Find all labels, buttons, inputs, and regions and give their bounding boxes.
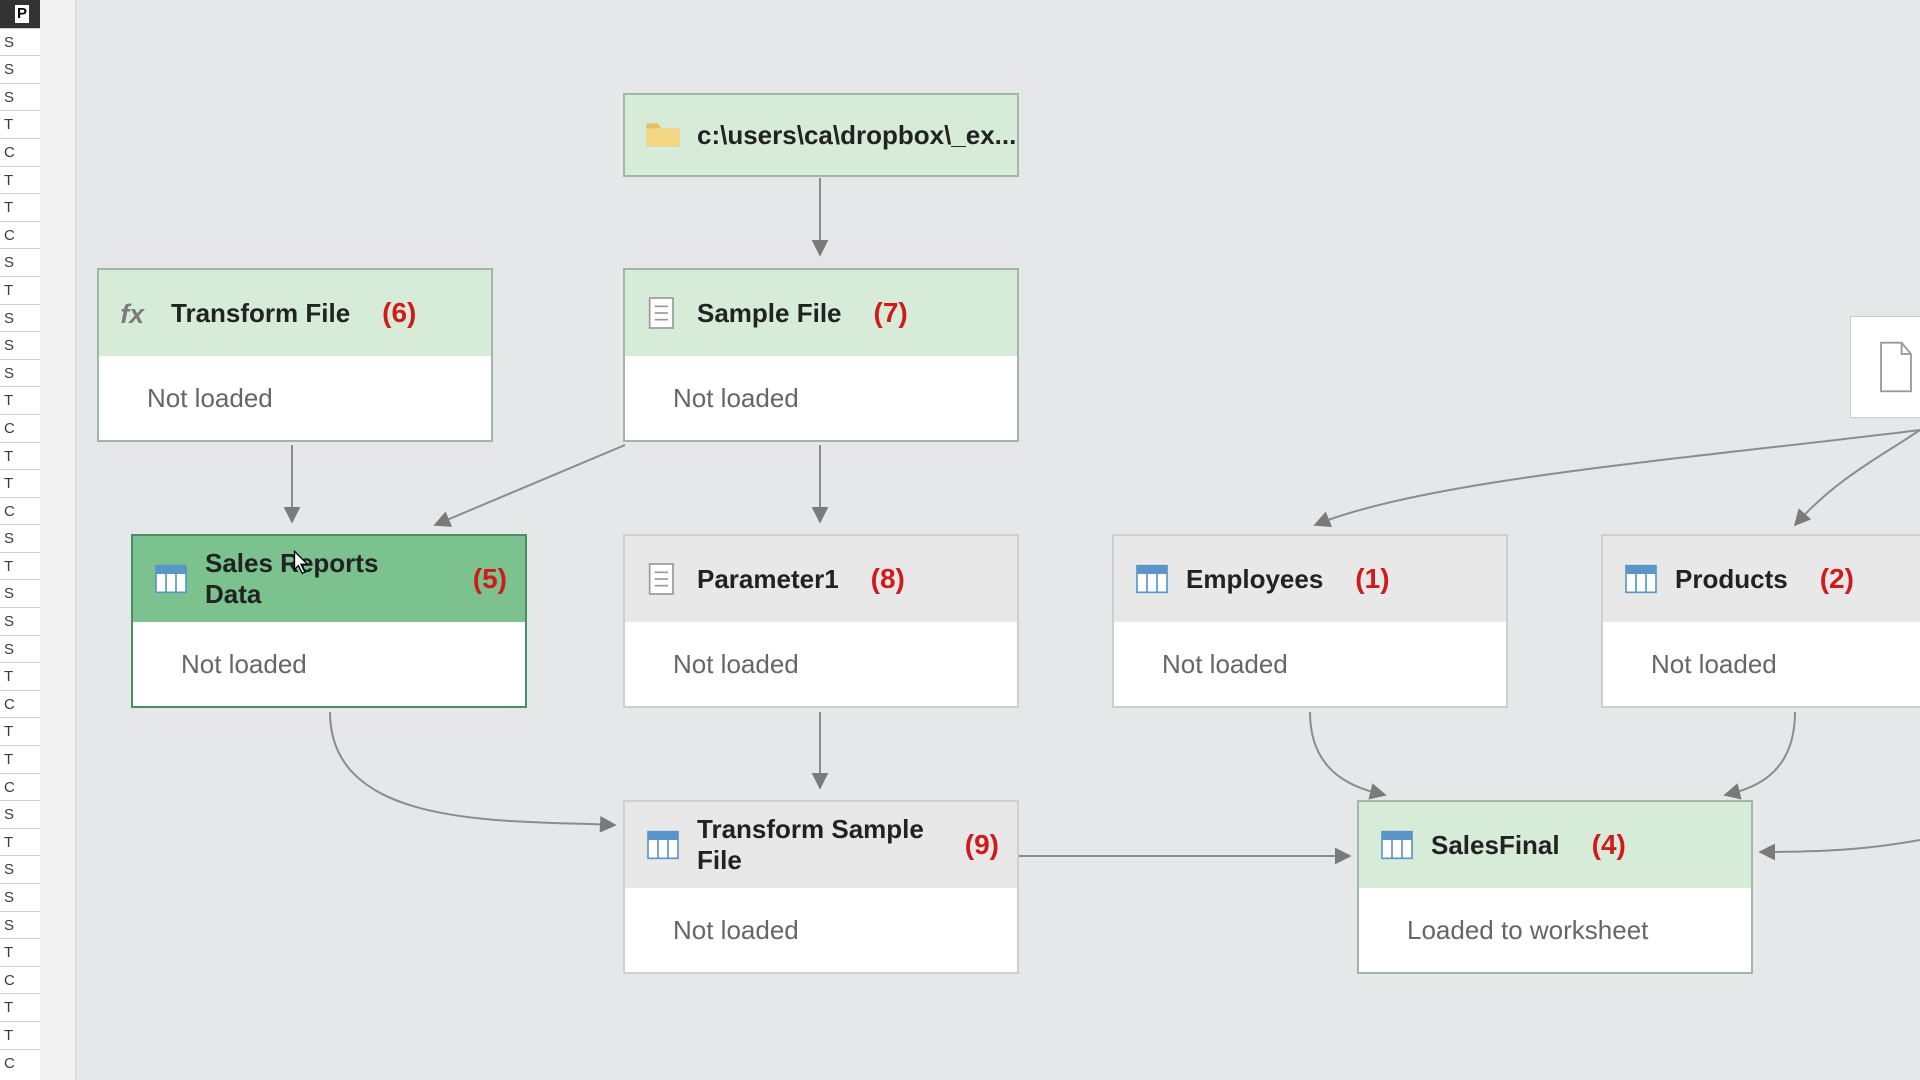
- row-header-cell: S: [0, 83, 40, 111]
- row-header-cell: T: [0, 276, 40, 304]
- row-header-cell: S: [0, 911, 40, 939]
- row-header-cell: T: [0, 1021, 40, 1049]
- row-header-cell: S: [0, 579, 40, 607]
- node-products[interactable]: Products (2) Not loaded: [1601, 534, 1920, 708]
- node-status: Not loaded: [1162, 649, 1288, 680]
- row-header-cell: S: [0, 331, 40, 359]
- node-title: Sample File: [697, 298, 842, 329]
- row-header-cell: T: [0, 828, 40, 856]
- row-header-cell: S: [0, 248, 40, 276]
- node-title: SalesFinal: [1431, 830, 1560, 861]
- table-icon: [1377, 825, 1417, 865]
- node-transform-sample-file[interactable]: Transform Sample File (9) Not loaded: [623, 800, 1019, 974]
- row-header-cell: T: [0, 938, 40, 966]
- annotation-label: (7): [874, 297, 908, 329]
- row-header-cell: T: [0, 442, 40, 470]
- node-status: Not loaded: [673, 915, 799, 946]
- row-header-cell: C: [0, 966, 40, 994]
- node-sample-file[interactable]: Sample File (7) Not loaded: [623, 268, 1019, 442]
- node-title: Transform File: [171, 298, 350, 329]
- row-header-cell: S: [0, 883, 40, 911]
- node-sales-final[interactable]: SalesFinal (4) Loaded to worksheet: [1357, 800, 1753, 974]
- file-icon: [643, 559, 683, 599]
- node-status: Not loaded: [181, 649, 307, 680]
- row-header-cell: S: [0, 359, 40, 387]
- row-header-cell: S: [0, 304, 40, 332]
- file-icon: [1873, 339, 1919, 395]
- row-header-cell: S: [0, 607, 40, 635]
- node-status: Not loaded: [673, 383, 799, 414]
- node-title: Parameter1: [697, 564, 839, 595]
- annotation-label: (9): [965, 829, 999, 861]
- row-header-cell: T: [0, 745, 40, 773]
- file-icon: [643, 293, 683, 333]
- row-header-cell: S: [0, 524, 40, 552]
- node-status: Loaded to worksheet: [1407, 915, 1648, 946]
- node-parameter1[interactable]: Parameter1 (8) Not loaded: [623, 534, 1019, 708]
- node-title: Transform Sample File: [697, 814, 933, 876]
- annotation-label: (6): [382, 297, 416, 329]
- node-status: Not loaded: [673, 649, 799, 680]
- row-header-cell: T: [0, 386, 40, 414]
- row-header-cell: C: [0, 1049, 40, 1077]
- node-transform-file[interactable]: fx Transform File (6) Not loaded: [97, 268, 493, 442]
- table-icon: [643, 825, 683, 865]
- row-header-cell: T: [0, 552, 40, 580]
- annotation-label: (2): [1820, 563, 1854, 595]
- table-icon: [1132, 559, 1172, 599]
- row-header-cell: C: [0, 690, 40, 718]
- row-header-cell: T: [0, 110, 40, 138]
- row-header-cell: S: [0, 635, 40, 663]
- row-header-cell: C: [0, 497, 40, 525]
- cursor-pointer-icon: [292, 550, 310, 576]
- table-icon: [1621, 559, 1661, 599]
- node-title: Sales Reports Data: [205, 548, 441, 610]
- row-header-cell: T: [0, 993, 40, 1021]
- fx-icon: fx: [117, 293, 157, 333]
- folder-icon: [643, 115, 683, 155]
- dependency-canvas[interactable]: c:\users\ca\dropbox\_ex... fx Transform …: [75, 0, 1920, 1080]
- annotation-label: (4): [1592, 829, 1626, 861]
- row-header-cell: T: [0, 469, 40, 497]
- node-title: c:\users\ca\dropbox\_ex...: [697, 120, 1016, 151]
- row-header-cell: S: [0, 800, 40, 828]
- row-header-top-label: P: [15, 5, 29, 23]
- row-header-cell: S: [0, 55, 40, 83]
- node-sales-reports-data[interactable]: Sales Reports Data (5) Not loaded: [131, 534, 527, 708]
- row-header-cell: S: [0, 855, 40, 883]
- node-employees[interactable]: Employees (1) Not loaded: [1112, 534, 1508, 708]
- row-header-cell: T: [0, 662, 40, 690]
- row-header-cell: T: [0, 166, 40, 194]
- row-header-cell: C: [0, 221, 40, 249]
- row-header-separator: [40, 0, 76, 1080]
- row-header-cell: C: [0, 138, 40, 166]
- svg-text:fx: fx: [120, 299, 145, 329]
- node-title: Employees: [1186, 564, 1323, 595]
- row-header-cell: C: [0, 773, 40, 801]
- annotation-label: (8): [871, 563, 905, 595]
- row-header-column: P SSSTCTTCSTSSSTCTTCSTSSSTCTTCSTSSSTCTTC: [0, 0, 41, 1080]
- row-header-top: P: [0, 0, 40, 28]
- row-header-cell: T: [0, 717, 40, 745]
- table-icon: [151, 559, 191, 599]
- row-header-cell: T: [0, 193, 40, 221]
- node-status: Not loaded: [147, 383, 273, 414]
- node-title: Products: [1675, 564, 1788, 595]
- row-header-cell: C: [0, 414, 40, 442]
- node-offscreen-source[interactable]: [1850, 316, 1920, 418]
- annotation-label: (1): [1355, 563, 1389, 595]
- annotation-label: (5): [473, 563, 507, 595]
- node-source-folder[interactable]: c:\users\ca\dropbox\_ex...: [623, 93, 1019, 177]
- node-status: Not loaded: [1651, 649, 1777, 680]
- row-header-cell: S: [0, 28, 40, 56]
